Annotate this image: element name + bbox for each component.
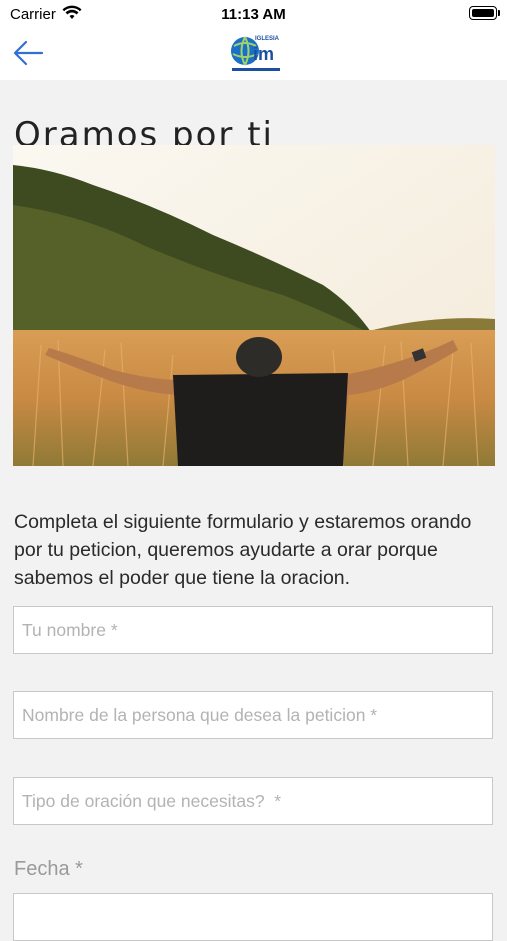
logo-text-main: im	[253, 44, 274, 64]
date-label: Fecha *	[14, 858, 83, 880]
navigation-bar: IGLESIA im	[0, 28, 507, 80]
form-description: Completa el siguiente formulario y estar…	[14, 510, 472, 589]
back-arrow-icon[interactable]	[12, 38, 46, 68]
logo-text-top: IGLESIA	[255, 36, 280, 42]
status-bar: Carrier 11:13 AM	[0, 0, 507, 28]
prayer-type-input[interactable]	[13, 777, 493, 825]
hero-image	[13, 145, 495, 466]
church-logo: IGLESIA im	[231, 36, 280, 71]
status-time: 11:13 AM	[221, 6, 286, 23]
date-input[interactable]	[13, 893, 493, 941]
name-input[interactable]	[13, 606, 493, 654]
requester-name-input[interactable]	[13, 691, 493, 739]
battery-icon	[469, 6, 500, 20]
